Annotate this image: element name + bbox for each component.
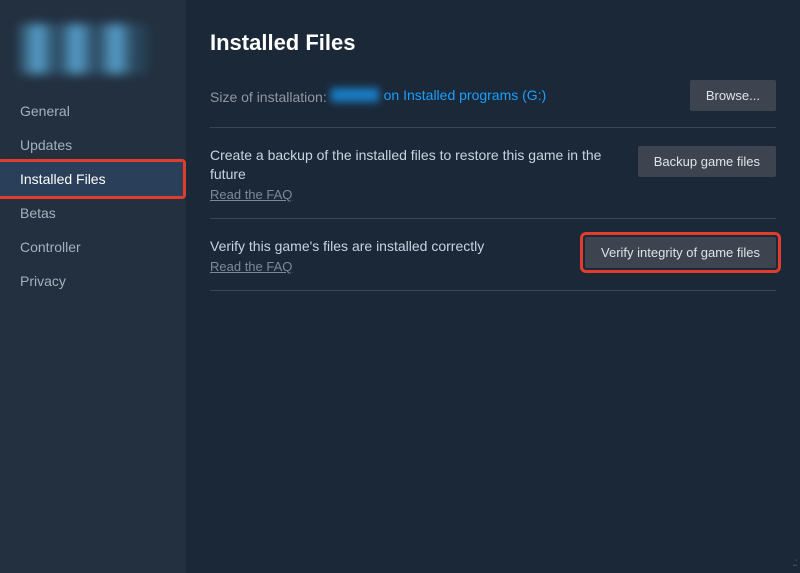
annotation-highlight-verify: Verify integrity of game files xyxy=(580,232,781,273)
backup-faq-link[interactable]: Read the FAQ xyxy=(210,187,292,202)
install-size-label: Size of installation: on Installed progr… xyxy=(210,87,546,105)
verify-row: Verify this game's files are installed c… xyxy=(210,233,776,290)
sidebar-nav: General Updates Installed Files Betas Co… xyxy=(0,94,186,298)
divider xyxy=(210,127,776,128)
main-panel: Installed Files Size of installation: on… xyxy=(186,0,800,573)
sidebar-item-controller[interactable]: Controller xyxy=(0,230,186,264)
game-header xyxy=(0,18,186,94)
backup-button[interactable]: Backup game files xyxy=(638,146,776,177)
install-size-row: Size of installation: on Installed progr… xyxy=(210,80,776,111)
sidebar-item-privacy[interactable]: Privacy xyxy=(0,264,186,298)
sidebar: General Updates Installed Files Betas Co… xyxy=(0,0,186,573)
install-size-value: on Installed programs (G:) xyxy=(331,87,547,103)
sidebar-item-betas[interactable]: Betas xyxy=(0,196,186,230)
divider xyxy=(210,218,776,219)
backup-row: Create a backup of the installed files t… xyxy=(210,142,776,218)
install-size-redacted xyxy=(331,88,379,102)
divider xyxy=(210,290,776,291)
browse-button[interactable]: Browse... xyxy=(690,80,776,111)
annotation-highlight-sidebar: Installed Files xyxy=(0,159,186,199)
verify-description: Verify this game's files are installed c… xyxy=(210,237,560,256)
backup-description: Create a backup of the installed files t… xyxy=(210,146,618,184)
verify-faq-link[interactable]: Read the FAQ xyxy=(210,259,292,274)
page-title: Installed Files xyxy=(210,30,776,56)
verify-integrity-button[interactable]: Verify integrity of game files xyxy=(585,237,776,268)
sidebar-item-general[interactable]: General xyxy=(0,94,186,128)
resize-grip-icon[interactable]: ..: xyxy=(792,555,796,569)
game-title-redacted xyxy=(18,24,148,74)
sidebar-item-installed-files[interactable]: Installed Files xyxy=(0,162,183,196)
sidebar-item-updates[interactable]: Updates xyxy=(0,128,186,162)
